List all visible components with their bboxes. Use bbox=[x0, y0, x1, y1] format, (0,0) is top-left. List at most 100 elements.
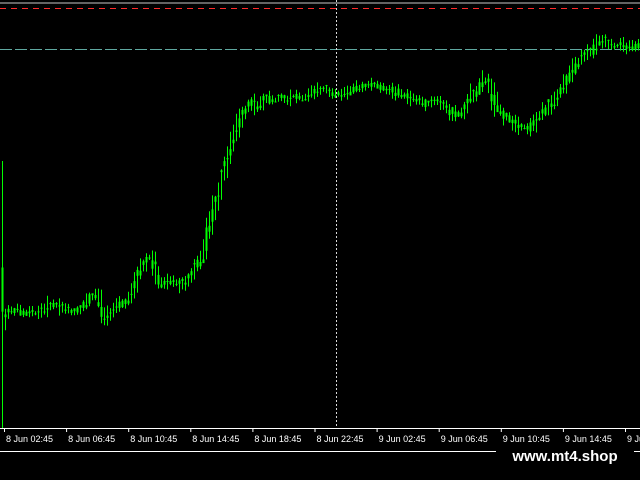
candle-body bbox=[514, 119, 517, 124]
candle-body bbox=[268, 96, 271, 104]
candle-body bbox=[529, 122, 532, 132]
candle-body bbox=[10, 311, 13, 313]
candle-body bbox=[301, 100, 304, 102]
candle-body bbox=[292, 96, 295, 97]
candle-body bbox=[259, 105, 262, 108]
candle-body bbox=[202, 259, 205, 264]
candle-body bbox=[211, 209, 214, 222]
candle-body bbox=[508, 115, 511, 123]
candle-body bbox=[592, 44, 595, 55]
candle-body bbox=[616, 44, 619, 47]
candle-body bbox=[205, 227, 208, 251]
candle-body bbox=[391, 86, 394, 93]
candle-body bbox=[556, 97, 559, 100]
candle-body bbox=[607, 39, 610, 41]
candle-body bbox=[382, 86, 385, 91]
candle-body bbox=[88, 294, 91, 304]
candle-body bbox=[367, 84, 370, 86]
candle-body bbox=[238, 118, 241, 128]
candle-body bbox=[184, 282, 187, 285]
candle-body bbox=[1, 267, 4, 312]
candle-body bbox=[388, 89, 391, 90]
candle-body bbox=[118, 301, 121, 308]
candle-body bbox=[340, 95, 343, 97]
candle-body bbox=[151, 260, 154, 269]
candle-body bbox=[235, 130, 238, 132]
candle-body bbox=[295, 94, 298, 99]
candle-body bbox=[601, 41, 604, 43]
candle-body bbox=[355, 85, 358, 91]
candle-body bbox=[274, 101, 277, 103]
candle-body bbox=[241, 110, 244, 115]
candle-body bbox=[625, 45, 628, 50]
candle-body bbox=[163, 280, 166, 285]
candle-body bbox=[478, 82, 481, 95]
candle-body bbox=[91, 293, 94, 296]
candle-body bbox=[40, 307, 43, 309]
candle-body bbox=[52, 303, 55, 308]
candle-body bbox=[136, 269, 139, 276]
candle-body bbox=[19, 310, 22, 316]
candle-body bbox=[13, 308, 16, 313]
candle-body bbox=[121, 300, 124, 308]
candle-body bbox=[106, 315, 109, 318]
candle-body bbox=[94, 295, 97, 299]
candle-body bbox=[403, 94, 406, 97]
candle-body bbox=[565, 75, 568, 86]
candle-body bbox=[541, 109, 544, 114]
candle-body bbox=[532, 120, 535, 126]
candle-body bbox=[37, 311, 40, 313]
candle-body bbox=[454, 111, 457, 118]
candle-body bbox=[31, 310, 34, 312]
candle-body bbox=[526, 126, 529, 130]
candle-body bbox=[349, 91, 352, 96]
candle-body bbox=[577, 64, 580, 68]
candle-body bbox=[199, 262, 202, 267]
candle-body bbox=[190, 271, 193, 276]
candle-body bbox=[436, 99, 439, 102]
candle-body bbox=[226, 158, 229, 160]
candle-body bbox=[469, 98, 472, 102]
candle-body bbox=[16, 308, 19, 310]
candle-body bbox=[361, 83, 364, 89]
candle-body bbox=[286, 100, 289, 102]
candle-body bbox=[346, 93, 349, 95]
candle-body bbox=[463, 104, 466, 110]
candle-body bbox=[4, 314, 7, 318]
candle-body bbox=[523, 128, 526, 129]
candle-body bbox=[460, 112, 463, 117]
candle-body bbox=[610, 44, 613, 46]
candle-body bbox=[193, 263, 196, 265]
candle-body bbox=[58, 305, 61, 307]
candle-body bbox=[172, 280, 175, 282]
candle-body bbox=[49, 303, 52, 305]
candle-body bbox=[544, 107, 547, 115]
candle-body bbox=[547, 99, 550, 103]
candle-body bbox=[583, 52, 586, 55]
candle-body bbox=[394, 92, 397, 96]
candle-body bbox=[46, 308, 49, 310]
candle-body bbox=[253, 100, 256, 102]
price-chart[interactable]: 8 Jun 02:45 8 Jun 06:45 8 Jun 10:45 8 Jun 1… bbox=[0, 0, 640, 480]
candle-body bbox=[571, 69, 574, 73]
candle-body bbox=[280, 94, 283, 98]
candle-body bbox=[7, 308, 10, 313]
candle-body bbox=[139, 270, 142, 276]
candle-body bbox=[55, 303, 58, 305]
candle-body bbox=[103, 318, 106, 320]
candle-body bbox=[175, 283, 178, 285]
candle-body bbox=[475, 91, 478, 97]
candle-body bbox=[613, 46, 616, 48]
candle-body bbox=[409, 96, 412, 99]
candle-body bbox=[490, 94, 493, 102]
candle-body bbox=[133, 281, 136, 289]
candle-body bbox=[61, 304, 64, 306]
candle-body bbox=[154, 261, 157, 265]
candle-body bbox=[148, 257, 151, 259]
candle-body bbox=[499, 111, 502, 114]
candle-body bbox=[34, 313, 37, 315]
candle-body bbox=[589, 48, 592, 50]
candle-body bbox=[595, 48, 598, 51]
candle-body bbox=[304, 99, 307, 101]
candle-body bbox=[370, 83, 373, 87]
